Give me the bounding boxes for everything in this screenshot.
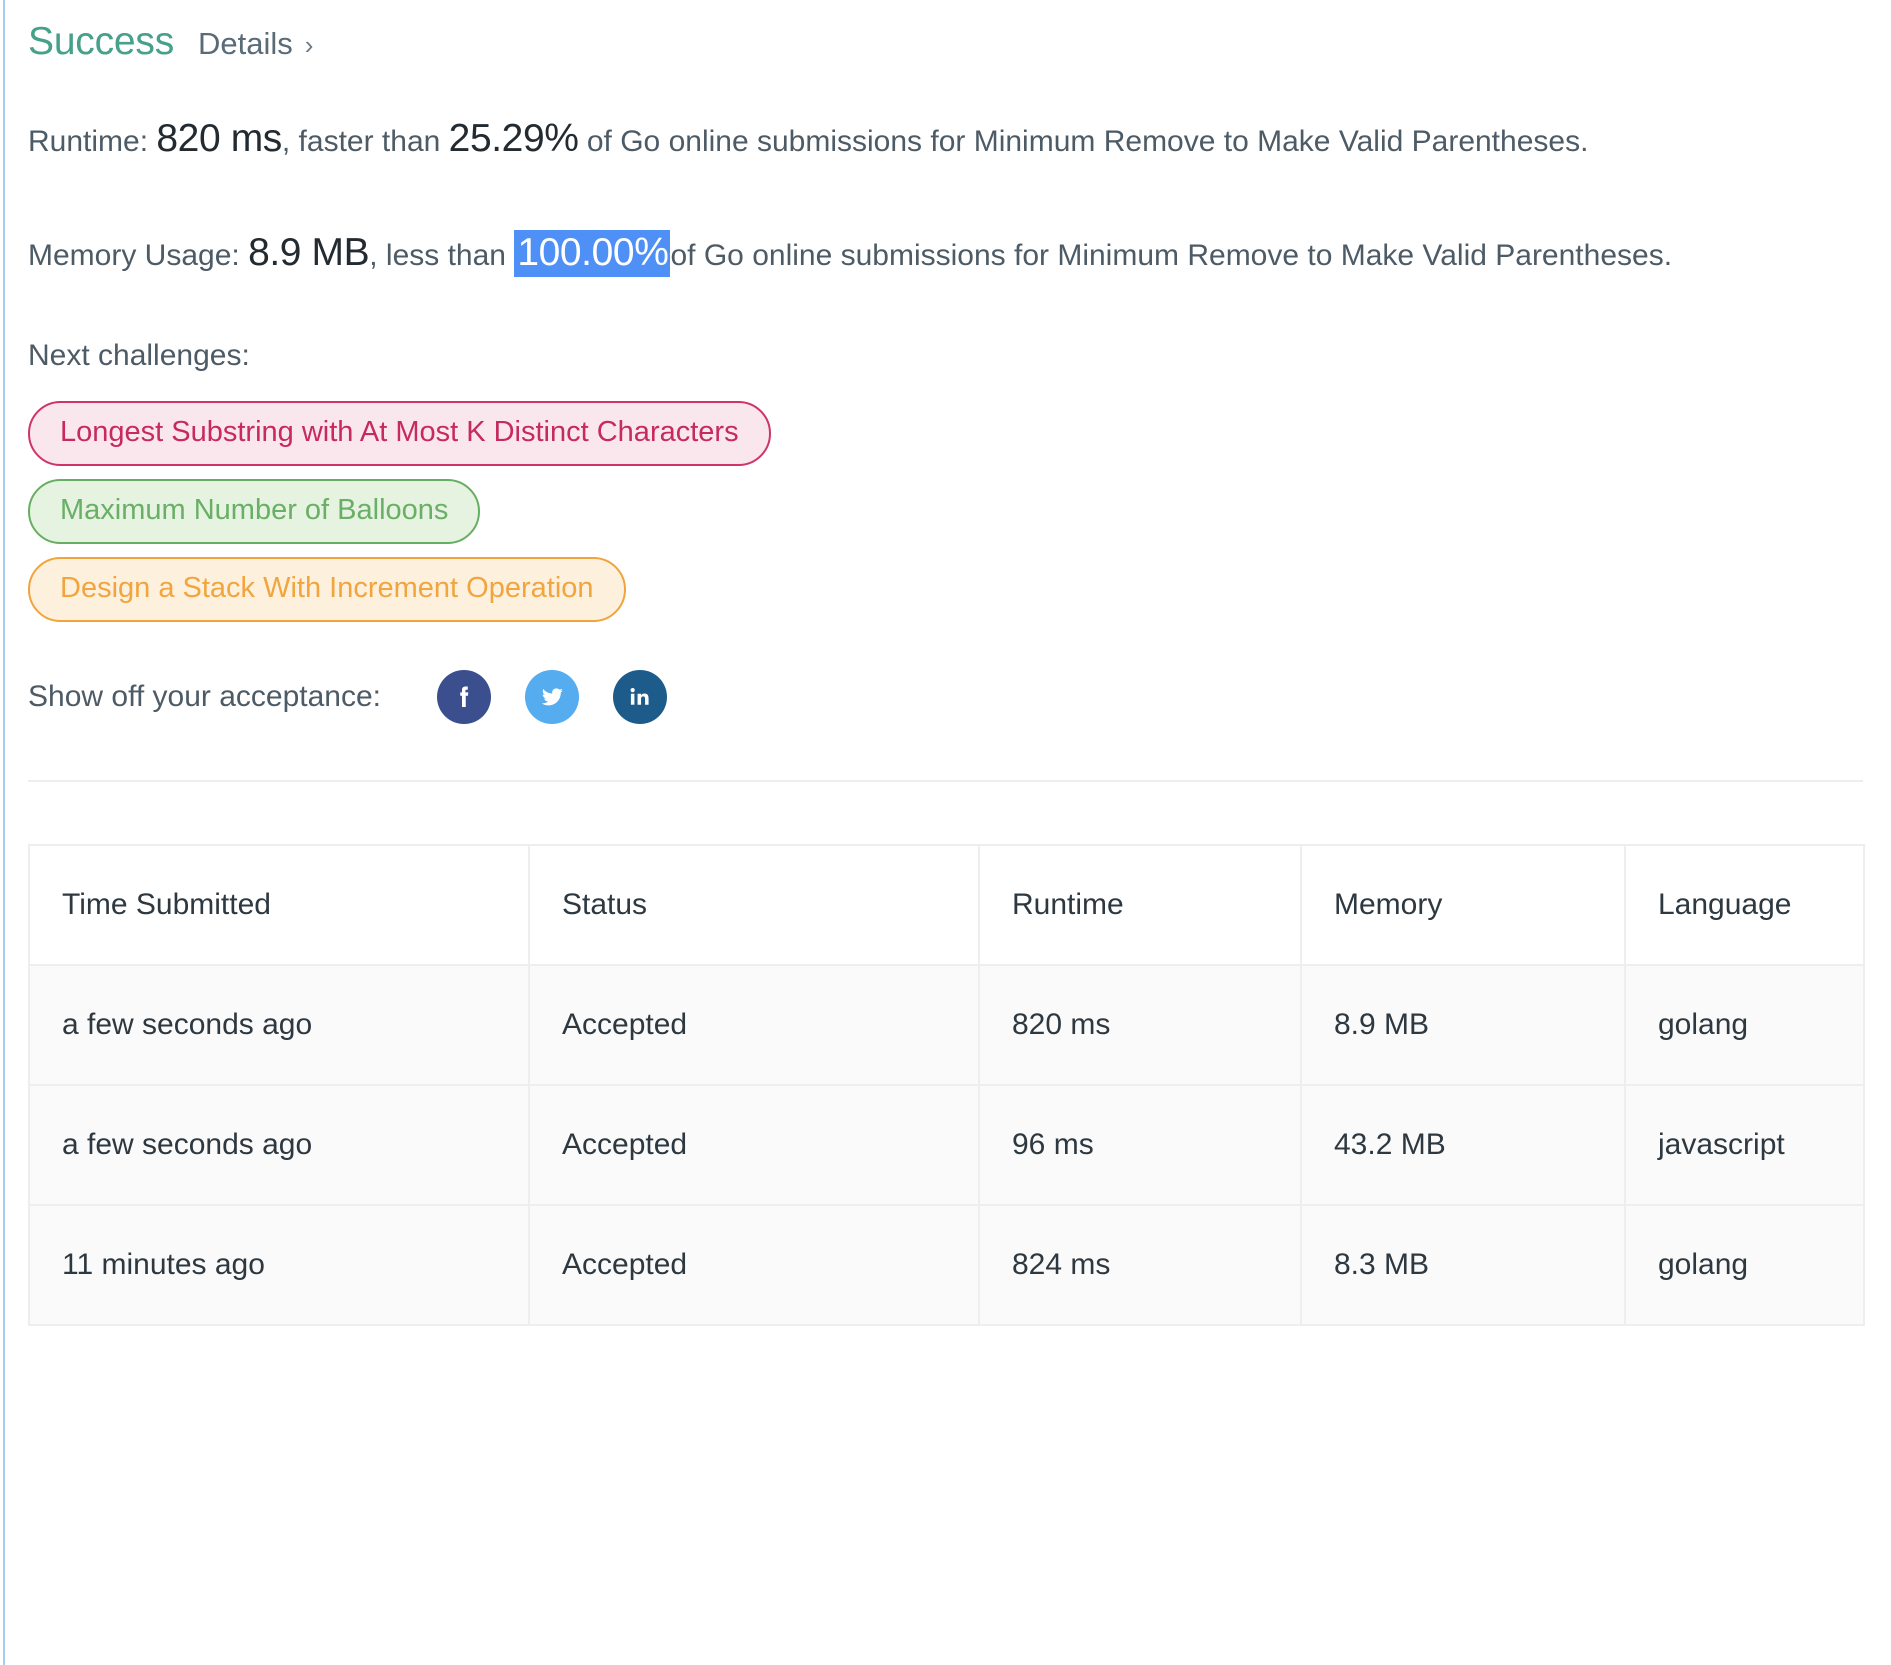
memory-label: Memory Usage: — [28, 239, 249, 273]
cell-runtime: 820 ms — [978, 963, 1302, 1086]
runtime-stat: Runtime: 820 ms, faster than 25.29% of G… — [28, 72, 1863, 170]
column-header-status[interactable]: Status — [528, 843, 980, 966]
section-divider — [28, 779, 1863, 782]
twitter-share-button[interactable] — [525, 669, 579, 724]
table-body: a few seconds ago Accepted 820 ms 8.9 MB… — [28, 963, 1865, 1326]
cell-time: 11 minutes ago — [28, 1203, 530, 1326]
twitter-icon — [536, 681, 568, 713]
runtime-mid-text: , faster than — [281, 125, 449, 158]
submissions-table-wrapper: Time Submitted Status Runtime Memory Lan… — [28, 843, 1865, 1326]
cell-memory: 8.3 MB — [1300, 1203, 1626, 1326]
cell-time: a few seconds ago — [28, 963, 530, 1086]
chevron-right-icon: › — [304, 30, 314, 60]
facebook-share-button[interactable] — [437, 669, 491, 724]
next-challenges-label: Next challenges: — [28, 338, 250, 372]
column-header-memory[interactable]: Memory — [1300, 843, 1626, 966]
memory-suffix: of Go online submissions for Minimum Rem… — [670, 239, 1673, 273]
next-challenges-list: Longest Substring with At Most K Distinc… — [28, 400, 1863, 622]
challenge-tag[interactable]: Maximum Number of Balloons — [28, 478, 481, 544]
memory-value: 8.9 MB — [248, 231, 370, 275]
cell-language: golang — [1624, 1203, 1865, 1326]
runtime-value: 820 ms — [156, 117, 282, 160]
runtime-percentile: 25.29% — [448, 117, 579, 160]
cell-memory: 43.2 MB — [1300, 1083, 1626, 1206]
linkedin-icon — [626, 683, 654, 711]
table-row[interactable]: 11 minutes ago Accepted 824 ms 8.3 MB go… — [28, 1203, 1865, 1326]
linkedin-share-button[interactable] — [613, 669, 667, 724]
cell-status[interactable]: Accepted — [528, 1083, 980, 1206]
runtime-suffix: of Go online submissions for Minimum Rem… — [578, 125, 1589, 158]
details-label: Details — [198, 26, 293, 61]
challenge-tag[interactable]: Design a Stack With Increment Operation — [28, 556, 626, 622]
cell-time: a few seconds ago — [28, 1083, 530, 1206]
share-row: Show off your acceptance: — [28, 669, 1863, 724]
result-header: Success Details › — [28, 0, 1863, 72]
column-header-runtime[interactable]: Runtime — [978, 843, 1302, 966]
table-row[interactable]: a few seconds ago Accepted 820 ms 8.9 MB… — [28, 963, 1865, 1086]
table-row[interactable]: a few seconds ago Accepted 96 ms 43.2 MB… — [28, 1083, 1865, 1206]
column-header-language[interactable]: Language — [1624, 843, 1865, 966]
submissions-table: Time Submitted Status Runtime Memory Lan… — [28, 843, 1865, 1326]
cell-memory: 8.9 MB — [1300, 963, 1626, 1086]
challenge-tag[interactable]: Longest Substring with At Most K Distinc… — [28, 400, 771, 466]
runtime-label: Runtime: — [28, 125, 157, 158]
cell-runtime: 824 ms — [978, 1203, 1302, 1326]
cell-status[interactable]: Accepted — [528, 963, 980, 1086]
submission-result-panel: Success Details › Runtime: 820 ms, faste… — [0, 0, 1891, 1326]
table-header-row: Time Submitted Status Runtime Memory Lan… — [28, 843, 1865, 966]
memory-mid-text: , less than — [369, 239, 515, 273]
details-link[interactable]: Details › — [198, 26, 313, 62]
table-header: Time Submitted Status Runtime Memory Lan… — [28, 843, 1865, 966]
share-label: Show off your acceptance: — [28, 679, 381, 713]
facebook-icon — [449, 682, 479, 712]
cell-status[interactable]: Accepted — [528, 1203, 980, 1326]
memory-stat: Memory Usage: 8.9 MB, less than 100.00%o… — [28, 170, 1863, 284]
cell-runtime: 96 ms — [978, 1083, 1302, 1206]
cell-language: golang — [1624, 963, 1865, 1086]
page-title: Success — [28, 20, 174, 63]
cell-language: javascript — [1624, 1083, 1865, 1206]
memory-percentile-selected[interactable]: 100.00% — [514, 230, 671, 278]
column-header-time-submitted[interactable]: Time Submitted — [28, 843, 530, 966]
